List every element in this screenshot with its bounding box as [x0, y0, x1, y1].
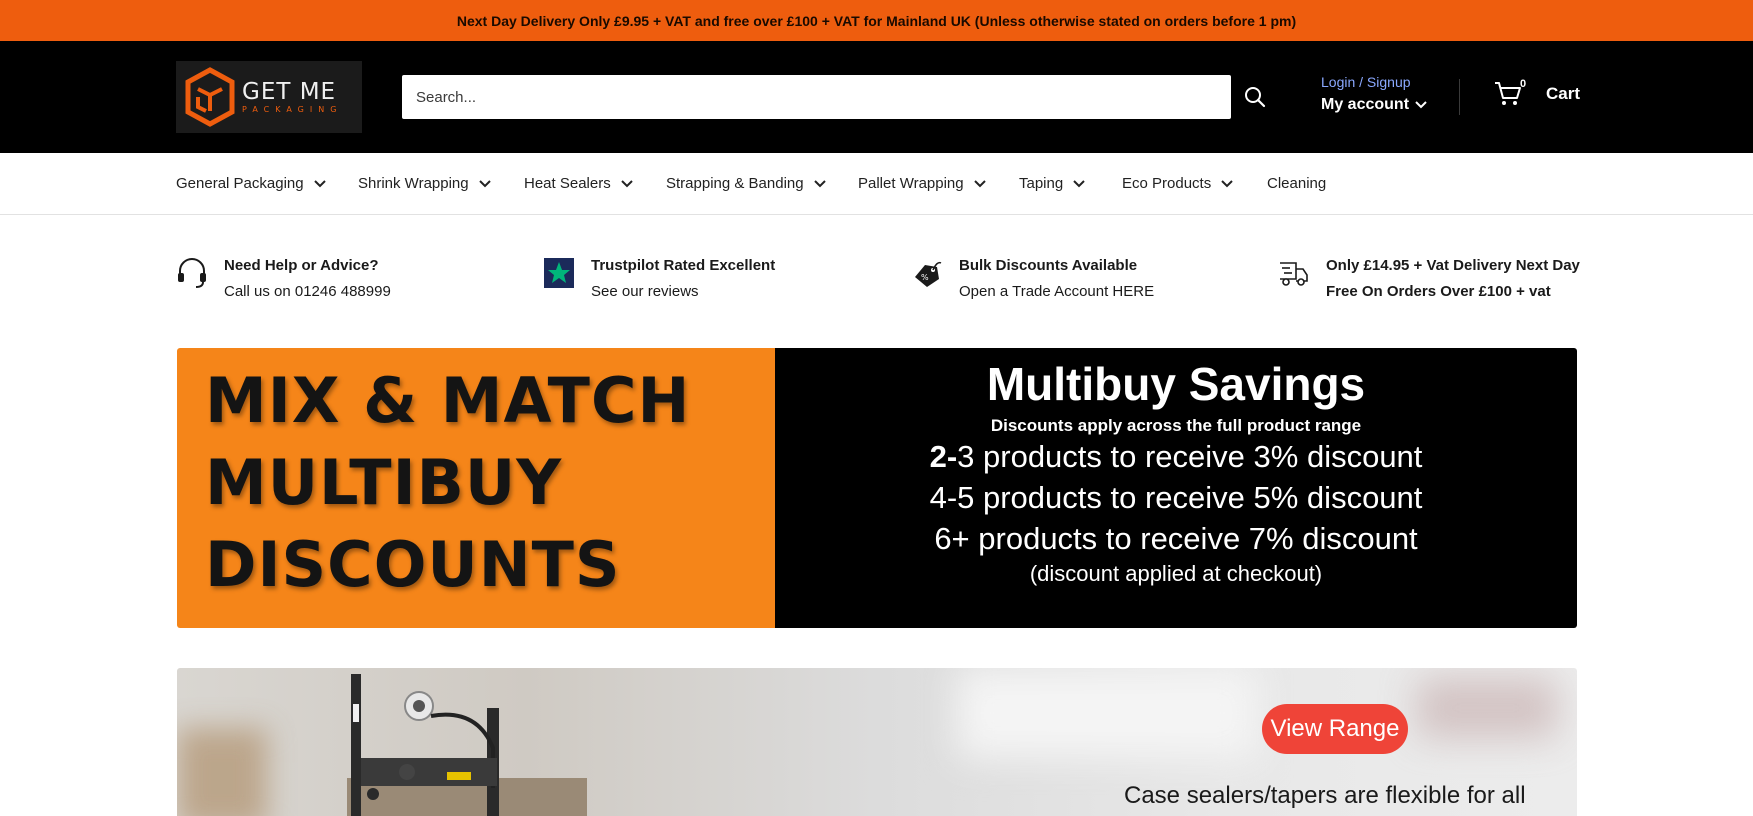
- nav-item-label: General Packaging: [176, 175, 304, 192]
- discount-tag-icon: %: [911, 257, 943, 289]
- promo-tier-1: 2-3 products to receive 3% discount: [775, 436, 1577, 477]
- nav-item-label: Eco Products: [1122, 175, 1212, 192]
- login-signup-link[interactable]: Login / Signup: [1321, 74, 1427, 90]
- feature-subtitle: Open a Trade Account HERE: [959, 283, 1155, 300]
- nav-item-general-packaging[interactable]: General Packaging: [176, 175, 326, 192]
- logo-sub-text: PACKAGING: [242, 104, 343, 114]
- nav-item-heat-sealers[interactable]: Heat Sealers: [524, 175, 633, 192]
- nav-item-cleaning[interactable]: Cleaning: [1267, 175, 1326, 192]
- promo-left-panel: MIX & MATCH MULTIBUY DISCOUNTS: [177, 348, 775, 628]
- cart-label: Cart: [1546, 84, 1581, 103]
- promo-tier-1-bold: 2-: [929, 439, 958, 474]
- feature-title: Only £14.95 + Vat Delivery Next Day: [1326, 257, 1580, 274]
- promo-headline-line: MULTIBUY: [205, 446, 563, 519]
- multibuy-promo-banner[interactable]: MIX & MATCH MULTIBUY DISCOUNTS Multibuy …: [177, 348, 1577, 628]
- nav-item-label: Shrink Wrapping: [358, 175, 469, 192]
- promo-tier-2: 4-5 products to receive 5% discount: [929, 480, 1423, 515]
- logo-cube-icon: [185, 67, 235, 127]
- feature-trustpilot[interactable]: Trustpilot Rated Excellent See our revie…: [543, 257, 775, 300]
- nav-item-label: Strapping & Banding: [666, 175, 804, 192]
- site-logo[interactable]: GET ME PACKAGING: [176, 61, 362, 133]
- chevron-down-icon: [1221, 179, 1233, 187]
- chevron-down-icon: [1415, 101, 1427, 109]
- svg-text:%: %: [921, 273, 929, 282]
- chevron-down-icon: [313, 179, 326, 187]
- feature-help[interactable]: Need Help or Advice? Call us on 01246 48…: [176, 257, 391, 300]
- nav-item-eco-products[interactable]: Eco Products: [1122, 175, 1233, 192]
- main-navigation: General Packaging Shrink Wrapping Heat S…: [0, 153, 1753, 215]
- promo-title: Multibuy Savings: [986, 358, 1366, 410]
- promo-note: (discount applied at checkout): [1029, 561, 1323, 586]
- nav-item-label: Cleaning: [1267, 175, 1327, 192]
- my-account-label: My account: [1321, 96, 1410, 113]
- chevron-down-icon: [973, 179, 986, 187]
- nav-item-pallet-wrapping[interactable]: Pallet Wrapping: [858, 175, 986, 192]
- hero-background-blur: [957, 668, 1257, 758]
- feature-bulk-discounts[interactable]: % Bulk Discounts Available Open a Trade …: [911, 257, 1154, 300]
- promo-headline-line: MIX & MATCH: [205, 364, 691, 437]
- nav-item-label: Taping: [1019, 175, 1064, 192]
- cart-count: 0: [1520, 78, 1527, 90]
- feature-title: Trustpilot Rated Excellent: [591, 257, 776, 274]
- chevron-down-icon: [478, 179, 491, 187]
- account-menu: Login / Signup My account: [1321, 74, 1427, 114]
- site-header: GET ME PACKAGING Login / Signup My accou…: [0, 41, 1753, 153]
- logo-main-text: GET ME: [242, 78, 337, 105]
- case-sealer-hero-banner: View Range Case sealers/tapers are flexi…: [177, 668, 1577, 816]
- promo-headline-line: DISCOUNTS: [205, 528, 621, 601]
- feature-title: Bulk Discounts Available: [959, 257, 1138, 274]
- nav-item-shrink-wrapping[interactable]: Shrink Wrapping: [358, 175, 491, 192]
- announcement-bar: Next Day Delivery Only £9.95 + VAT and f…: [0, 0, 1753, 41]
- search-input[interactable]: [416, 88, 1231, 106]
- delivery-truck-icon: [1278, 257, 1310, 289]
- search-box: [402, 75, 1231, 119]
- feature-subtitle: See our reviews: [591, 283, 699, 300]
- announcement-text: Next Day Delivery Only £9.95 + VAT and f…: [456, 12, 1297, 29]
- nav-item-strapping-banding[interactable]: Strapping & Banding: [666, 175, 826, 192]
- promo-right-panel: Multibuy Savings Discounts apply across …: [775, 348, 1577, 628]
- nav-item-label: Heat Sealers: [524, 175, 611, 192]
- cart-icon: [1495, 82, 1521, 105]
- nav-item-taping[interactable]: Taping: [1019, 175, 1085, 192]
- nav-item-label: Pallet Wrapping: [858, 175, 964, 192]
- chevron-down-icon: [813, 179, 826, 187]
- hero-background-blur: [1417, 678, 1557, 738]
- promo-tier-3: 6+ products to receive 7% discount: [934, 521, 1418, 556]
- search-button[interactable]: [1231, 75, 1279, 119]
- feature-delivery[interactable]: Only £14.95 + Vat Delivery Next Day Free…: [1278, 257, 1580, 300]
- feature-subtitle: Call us on 01246 488999: [224, 283, 391, 300]
- chevron-down-icon: [1073, 179, 1085, 187]
- view-range-button[interactable]: View Range: [1262, 704, 1408, 754]
- my-account-dropdown[interactable]: My account: [1321, 96, 1427, 114]
- feature-title: Need Help or Advice?: [224, 257, 379, 274]
- chevron-down-icon: [621, 179, 633, 187]
- feature-subtitle: Free On Orders Over £100 + vat: [1326, 283, 1551, 300]
- headset-icon: [176, 257, 208, 289]
- search-icon: [1245, 87, 1266, 108]
- hero-background-blur: [177, 728, 267, 816]
- cart-button[interactable]: 0 Cart: [1494, 78, 1581, 107]
- hero-description: Case sealers/tapers are flexible for all: [1124, 782, 1526, 809]
- promo-subtitle: Discounts apply across the full product …: [990, 416, 1362, 435]
- header-divider: [1459, 79, 1460, 115]
- case-sealer-machine-image: [347, 674, 587, 816]
- trustpilot-star-icon: [543, 257, 575, 289]
- promo-tier-1-text: 3 products to receive 3% discount: [957, 439, 1423, 474]
